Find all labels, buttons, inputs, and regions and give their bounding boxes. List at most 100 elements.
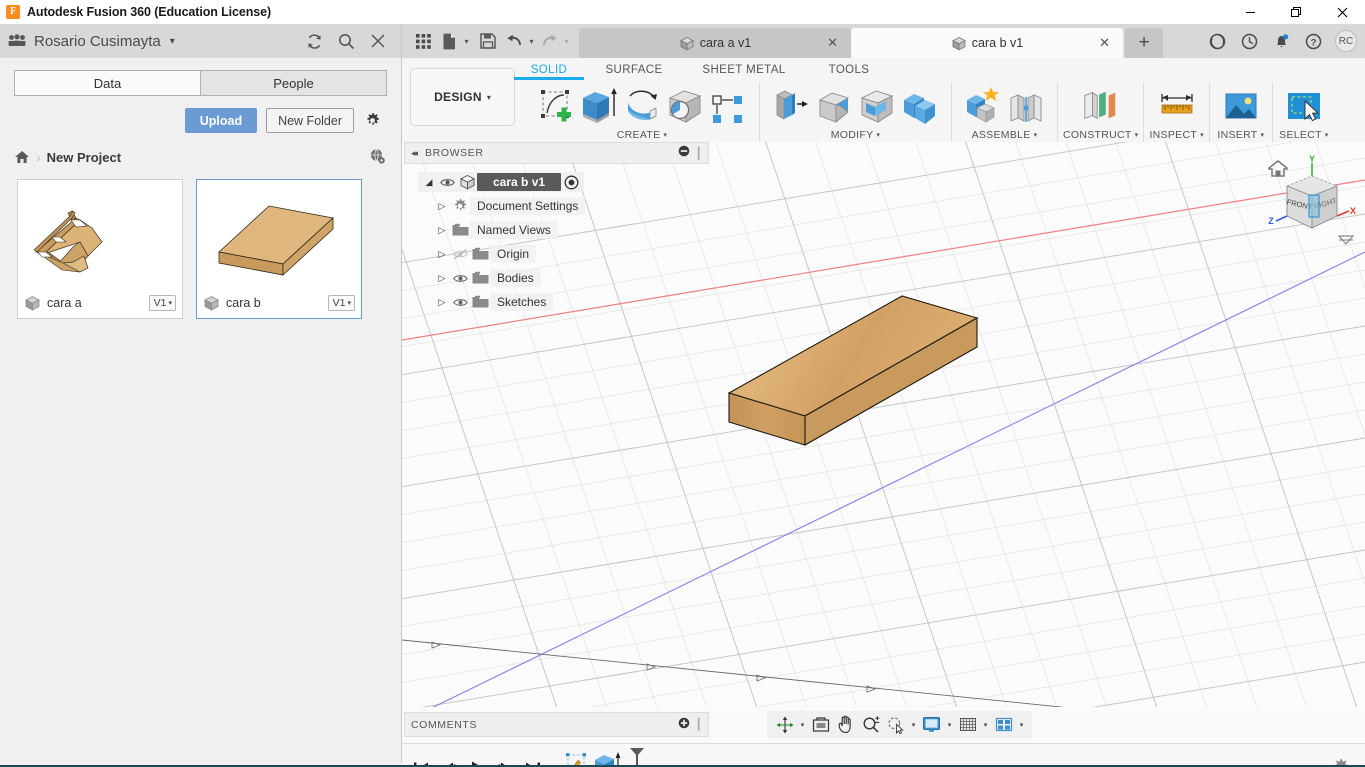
view-cube[interactable]: FRONT RIGHT Y X Z: [1257, 154, 1357, 254]
minus-circle-icon[interactable]: [678, 144, 690, 162]
shell-icon[interactable]: [857, 84, 897, 126]
version-selector[interactable]: V1 ▾: [327, 295, 355, 311]
measure-icon[interactable]: [1157, 84, 1197, 126]
visibility-eye-off-icon[interactable]: [450, 248, 470, 260]
ribbon-group-label[interactable]: MODIFY ▾: [831, 129, 880, 141]
expand-caret-icon[interactable]: ▷: [434, 198, 450, 214]
ribbon-tab-solid[interactable]: SOLID: [514, 64, 584, 80]
combine-icon[interactable]: [900, 84, 940, 126]
document-tab-cara-b[interactable]: cara b v1 ✕: [851, 28, 1123, 58]
ribbon-group-label[interactable]: INSPECT ▾: [1149, 129, 1203, 141]
ribbon-group-label[interactable]: CONSTRUCT ▾: [1063, 129, 1138, 141]
display-settings-icon[interactable]: [920, 713, 943, 737]
gear-icon[interactable]: [363, 112, 381, 130]
data-item-card[interactable]: cara b V1 ▾: [196, 179, 362, 319]
globe-view-icon[interactable]: [369, 148, 387, 166]
grid-snap-icon[interactable]: [956, 713, 979, 737]
chevron-down-icon[interactable]: ▾: [460, 37, 473, 46]
add-comment-icon[interactable]: [678, 716, 690, 734]
ribbon-group-label[interactable]: SELECT ▾: [1279, 129, 1328, 141]
search-icon[interactable]: [337, 32, 355, 50]
rectangular-pattern-icon[interactable]: [708, 84, 748, 126]
fit-icon[interactable]: [884, 713, 907, 737]
chevron-down-icon[interactable]: ▾: [909, 721, 918, 729]
user-name[interactable]: Rosario Cusimayta: [34, 33, 161, 50]
chevron-down-icon[interactable]: ▾: [981, 721, 990, 729]
chevron-down-icon[interactable]: ▾: [170, 36, 175, 47]
expand-caret-icon[interactable]: ▷: [434, 270, 450, 286]
data-item-card[interactable]: cara a V1 ▾: [17, 179, 183, 319]
chevron-down-icon[interactable]: ▾: [798, 721, 807, 729]
expand-caret-icon[interactable]: ▷: [434, 222, 450, 238]
upload-button[interactable]: Upload: [184, 108, 258, 133]
expand-caret-icon[interactable]: ▷: [434, 246, 450, 262]
bell-icon[interactable]: [1265, 26, 1297, 56]
tree-node-origin[interactable]: ▷ Origin: [404, 242, 709, 266]
new-file-icon[interactable]: [438, 26, 460, 56]
select-window-icon[interactable]: [1284, 84, 1324, 126]
viewport-layout-icon[interactable]: [992, 713, 1015, 737]
activate-component-radio[interactable]: [561, 175, 581, 190]
save-icon[interactable]: [473, 26, 503, 56]
comments-panel[interactable]: COMMENTS ┃: [404, 712, 709, 737]
close-icon[interactable]: ✕: [1099, 35, 1110, 51]
close-icon[interactable]: ✕: [827, 35, 838, 51]
panel-resize-handle[interactable]: ┃: [695, 147, 702, 160]
collapse-left-icon[interactable]: ◂◂: [411, 148, 418, 159]
pan-icon[interactable]: [834, 713, 857, 737]
tree-node-bodies[interactable]: ▷ Bodies: [404, 266, 709, 290]
tree-node-named-views[interactable]: ▷ Named Views: [404, 218, 709, 242]
hole-icon[interactable]: [665, 84, 705, 126]
restore-button[interactable]: [1273, 0, 1319, 24]
undo-icon[interactable]: [503, 26, 525, 56]
tree-node-sketches[interactable]: ▷ Sketches: [404, 290, 709, 314]
extrude-icon[interactable]: [579, 84, 619, 126]
visibility-eye-icon[interactable]: [450, 273, 470, 284]
revolve-icon[interactable]: [622, 84, 662, 126]
new-folder-button[interactable]: New Folder: [266, 108, 354, 133]
breadcrumb-project[interactable]: New Project: [47, 150, 121, 165]
ribbon-group-label[interactable]: CREATE ▾: [617, 129, 667, 141]
orbit-icon[interactable]: [773, 713, 796, 737]
help-icon[interactable]: ?: [1297, 26, 1329, 56]
expand-caret-icon[interactable]: ◢: [421, 174, 437, 190]
ribbon-group-label[interactable]: ASSEMBLE ▾: [972, 129, 1038, 141]
minimize-button[interactable]: [1227, 0, 1273, 24]
new-tab-button[interactable]: +: [1125, 28, 1163, 58]
fillet-icon[interactable]: [814, 84, 854, 126]
offset-plane-icon[interactable]: [1081, 84, 1121, 126]
avatar[interactable]: RC: [1335, 30, 1357, 52]
ribbon-tab-sheet-metal[interactable]: SHEET METAL: [684, 64, 804, 80]
press-pull-icon[interactable]: [771, 84, 811, 126]
expand-caret-icon[interactable]: ▷: [434, 294, 450, 310]
recent-clock-icon[interactable]: [1233, 26, 1265, 56]
tab-data[interactable]: Data: [14, 70, 200, 96]
close-panel-icon[interactable]: [369, 32, 387, 50]
joint-icon[interactable]: [1006, 84, 1046, 126]
new-component-icon[interactable]: [963, 84, 1003, 126]
visibility-eye-icon[interactable]: [450, 297, 470, 308]
insert-image-icon[interactable]: [1221, 84, 1261, 126]
version-selector[interactable]: V1 ▾: [148, 295, 176, 311]
ribbon-group-label[interactable]: INSERT ▾: [1217, 129, 1264, 141]
ribbon-tab-surface[interactable]: SURFACE: [584, 64, 684, 80]
app-grid-icon[interactable]: [408, 26, 438, 56]
job-status-icon[interactable]: [1201, 26, 1233, 56]
redo-icon[interactable]: [538, 26, 560, 56]
tab-people[interactable]: People: [200, 70, 387, 96]
look-at-icon[interactable]: [809, 713, 832, 737]
zoom-icon[interactable]: [859, 713, 882, 737]
panel-resize-handle[interactable]: ┃: [695, 718, 702, 731]
chevron-down-icon[interactable]: ▾: [525, 37, 538, 46]
close-button[interactable]: [1319, 0, 1365, 24]
visibility-eye-icon[interactable]: [437, 177, 457, 188]
chevron-down-icon[interactable]: ▾: [560, 37, 573, 46]
tree-node-root[interactable]: ◢ cara b v1: [404, 170, 709, 194]
create-sketch-icon[interactable]: [536, 84, 576, 126]
refresh-icon[interactable]: [305, 32, 323, 50]
chevron-down-icon[interactable]: ▾: [1017, 721, 1026, 729]
tree-node-document-settings[interactable]: ▷ Document Settings: [404, 194, 709, 218]
ribbon-tab-tools[interactable]: TOOLS: [804, 64, 894, 80]
chevron-down-icon[interactable]: ▾: [945, 721, 954, 729]
document-tab-cara-a[interactable]: cara a v1 ✕: [579, 28, 851, 58]
